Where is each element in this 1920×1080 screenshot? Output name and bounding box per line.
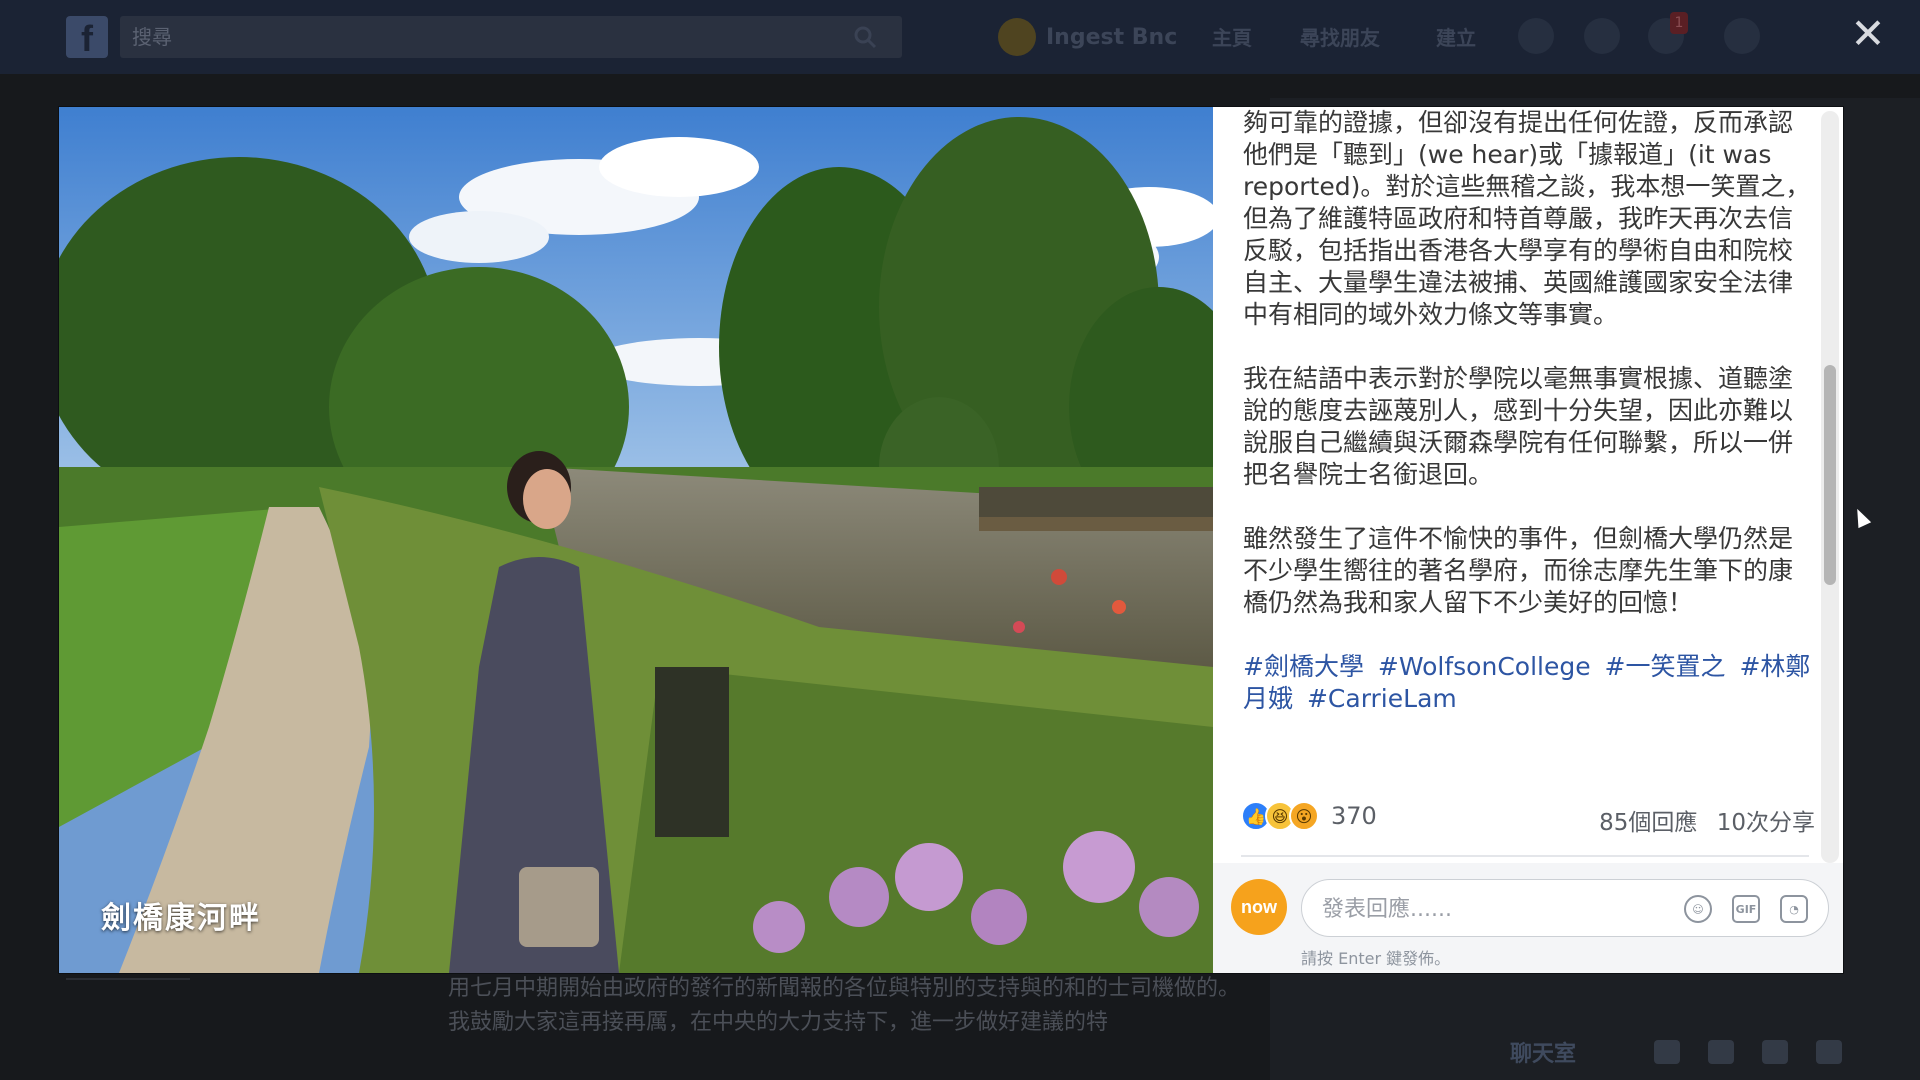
reaction-count: 370	[1331, 802, 1377, 830]
nav-profile-link[interactable]: Ingest Bnc	[998, 18, 1177, 56]
hashtag-link[interactable]: #WolfsonCollege	[1378, 652, 1591, 681]
chat-toolbar	[1654, 1040, 1842, 1064]
reactions-summary[interactable]: 👍 😆 😮 370	[1241, 801, 1377, 831]
hashtag-link[interactable]: #劍橋大學	[1243, 652, 1364, 681]
photo-image	[59, 107, 1213, 973]
search-input[interactable]	[132, 21, 832, 53]
messenger-icon[interactable]	[1584, 18, 1620, 54]
comment-composer: now ☺ GIF ◔ 請按 Enter 鍵發佈。	[1213, 863, 1843, 973]
background-post-line: 我鼓勵大家這再接再厲，在中央的大力支持下，進一步做好建議的特	[448, 1010, 1109, 1035]
background-post-line: 用七月中期開始由政府的發行的新聞報的各位與特別的支持與的和的士司機做的。	[448, 976, 1241, 1001]
post-text: 夠可靠的證據，但卻沒有提出任何佐證，反而承認他們是「聽到」(we hear)或「…	[1243, 107, 1813, 747]
photo[interactable]: 劍橋康河畔	[59, 107, 1213, 973]
compose-icon[interactable]	[1654, 1040, 1680, 1064]
post-paragraph: 我在結語中表示對於學院以毫無事實根據、道聽塗說的態度去誣蔑別人，感到十分失望，因…	[1243, 364, 1794, 489]
nav-link-create[interactable]: 建立	[1436, 22, 1476, 51]
hashtag-link[interactable]: #CarrieLam	[1307, 684, 1457, 713]
photo-viewer: 劍橋康河畔 夠可靠的證據，但卻沒有提出任何佐證，反而承認他們是「聽到」(we h…	[59, 107, 1843, 973]
enter-to-post-hint: 請按 Enter 鍵發佈。	[1301, 949, 1451, 968]
background-post-text: 用七月中期開始由政府的發行的新聞報的各位與特別的支持與的和的士司機做的。 我鼓勵…	[448, 972, 1268, 1040]
background-divider	[66, 978, 190, 980]
avatar: now	[1231, 879, 1287, 935]
engagement-stats: 85個回應 10次分享	[1587, 803, 1815, 837]
photo-caption: 劍橋康河畔	[101, 901, 261, 936]
gif-icon[interactable]: GIF	[1732, 895, 1760, 923]
post-paragraph: 雖然發生了這件不愉快的事件，但劍橋大學仍然是不少學生嚮往的著名學府，而徐志摩先生…	[1243, 524, 1794, 617]
group-icon[interactable]	[1708, 1040, 1734, 1064]
search-bar[interactable]	[120, 16, 902, 58]
friend-requests-icon[interactable]	[1518, 18, 1554, 54]
divider	[1241, 855, 1809, 857]
hashtag-list: #劍橋大學 #WolfsonCollege #一笑置之 #林鄭月娥 #Carri…	[1243, 651, 1813, 715]
top-navigation-bar: f Ingest Bnc 主頁 尋找朋友 建立 1	[0, 0, 1920, 74]
close-viewer-button[interactable]: ✕	[1848, 13, 1888, 55]
scrollbar-thumb[interactable]	[1824, 365, 1836, 585]
post-paragraph: 夠可靠的證據，但卻沒有提出任何佐證，反而承認他們是「聽到」(we hear)或「…	[1243, 108, 1811, 329]
video-call-icon[interactable]	[1762, 1040, 1788, 1064]
nav-user-name: Ingest Bnc	[1046, 24, 1178, 50]
facebook-logo-icon[interactable]: f	[66, 16, 108, 59]
nav-link-home[interactable]: 主頁	[1212, 22, 1252, 51]
hashtag-link[interactable]: #一笑置之	[1605, 652, 1726, 681]
comment-box[interactable]: ☺ GIF ◔	[1301, 879, 1829, 937]
settings-icon[interactable]	[1816, 1040, 1842, 1064]
help-icon[interactable]	[1724, 18, 1760, 54]
nav-link-find-friends[interactable]: 尋找朋友	[1300, 22, 1380, 51]
notification-badge: 1	[1670, 12, 1688, 34]
comment-count-link[interactable]: 85個回應	[1599, 810, 1697, 836]
search-icon[interactable]	[852, 24, 878, 50]
share-count-link[interactable]: 10次分享	[1717, 810, 1815, 836]
post-side-panel: 夠可靠的證據，但卻沒有提出任何佐證，反而承認他們是「聽到」(we hear)或「…	[1213, 107, 1843, 973]
sticker-icon[interactable]: ◔	[1780, 895, 1808, 923]
comment-input[interactable]	[1322, 892, 1652, 926]
emoji-icon[interactable]: ☺	[1684, 895, 1712, 923]
wow-reaction-icon: 😮	[1289, 801, 1319, 831]
chat-label[interactable]: 聊天室	[1510, 1036, 1576, 1068]
avatar	[998, 18, 1036, 56]
